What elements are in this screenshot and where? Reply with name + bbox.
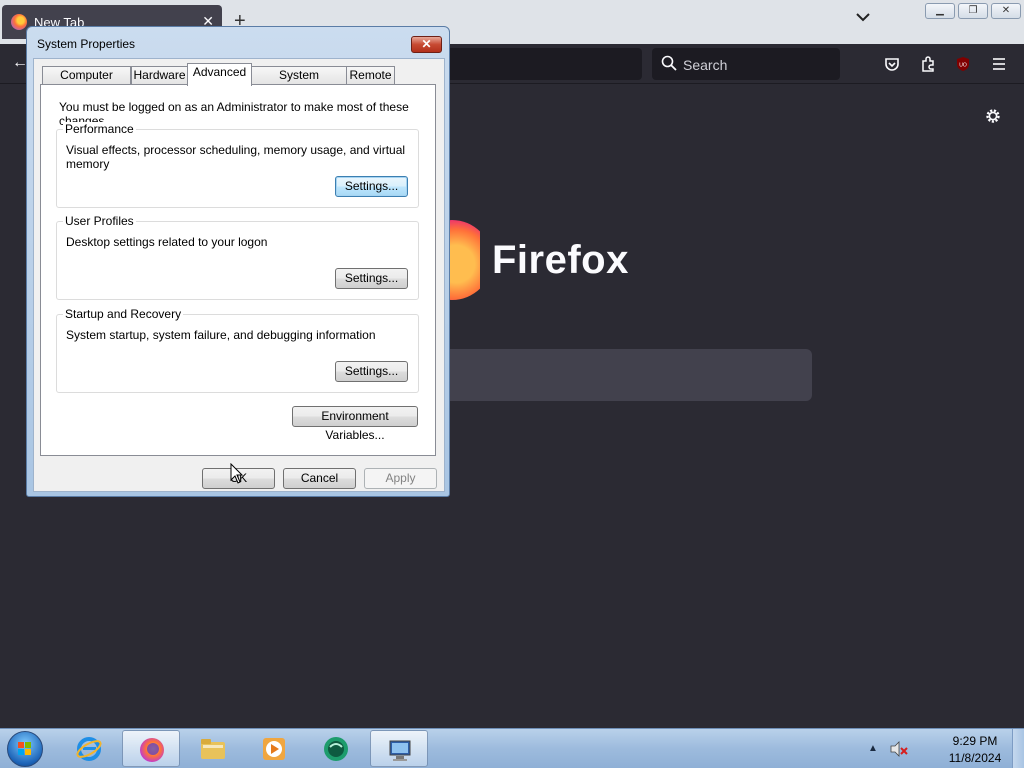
windows-flag-icon xyxy=(18,742,31,755)
performance-settings-button[interactable]: Settings... xyxy=(335,176,408,197)
tab-remote[interactable]: Remote xyxy=(346,66,395,85)
media-player-icon xyxy=(263,738,285,760)
system-properties-computer-icon xyxy=(389,740,411,761)
cancel-button[interactable]: Cancel xyxy=(283,468,356,489)
close-icon: ✕ xyxy=(1001,5,1011,16)
apply-button[interactable]: Apply xyxy=(364,468,437,489)
user-profiles-settings-button[interactable]: Settings... xyxy=(335,268,408,289)
advanced-tab-panel: You must be logged on as an Administrato… xyxy=(40,84,436,456)
taskbar-windows-explorer[interactable] xyxy=(184,730,242,767)
minimize-window-button[interactable]: ▁ xyxy=(925,3,955,19)
startup-recovery-group-label: Startup and Recovery xyxy=(63,307,184,321)
pocket-icon[interactable] xyxy=(884,56,900,72)
tab-computer-name[interactable]: Computer Name xyxy=(42,66,131,99)
tab-advanced[interactable]: Advanced xyxy=(187,63,252,86)
taskbar-internet-explorer[interactable] xyxy=(60,730,118,767)
firefox-wordmark: Firefox xyxy=(492,238,629,282)
clock-date[interactable]: 11/8/2024 xyxy=(940,751,1010,765)
restore-window-button[interactable]: ❐ xyxy=(958,3,988,19)
search-icon xyxy=(661,55,677,71)
mouse-pointer-icon xyxy=(230,463,244,484)
performance-group: Performance Visual effects, processor sc… xyxy=(56,122,419,208)
dialog-title: System Properties xyxy=(37,37,136,51)
user-profiles-description: Desktop settings related to your logon xyxy=(66,235,268,249)
extensions-puzzle-icon[interactable] xyxy=(920,56,936,72)
firefox-favicon-icon xyxy=(11,14,27,30)
user-profiles-group-label: User Profiles xyxy=(63,214,136,228)
new-tab-search-field[interactable] xyxy=(430,349,812,401)
performance-description: Visual effects, processor scheduling, me… xyxy=(66,143,406,171)
startup-recovery-settings-button[interactable]: Settings... xyxy=(335,361,408,382)
folder-icon xyxy=(201,739,225,759)
user-profiles-group: User Profiles Desktop settings related t… xyxy=(56,214,419,300)
taskbar-firefox[interactable] xyxy=(122,730,180,767)
tab-system-protection[interactable]: System Protection xyxy=(251,66,347,99)
system-properties-dialog: System Properties ✕ Computer Name Hardwa… xyxy=(26,26,450,497)
performance-group-label: Performance xyxy=(63,122,136,136)
taskbar-system-properties[interactable] xyxy=(370,730,428,767)
list-all-tabs-chevron-icon[interactable] xyxy=(856,12,870,22)
close-window-button[interactable]: ✕ xyxy=(991,3,1021,19)
speaker-muted-icon[interactable] xyxy=(890,741,908,757)
clock-time[interactable]: 9:29 PM xyxy=(940,734,1010,748)
minimize-icon: ▁ xyxy=(936,5,944,16)
start-button[interactable] xyxy=(7,731,43,767)
startup-recovery-group: Startup and Recovery System startup, sys… xyxy=(56,307,419,393)
green-circle-app-icon xyxy=(324,737,348,761)
close-icon: ✕ xyxy=(421,37,432,51)
show-hidden-icons-arrow[interactable]: ▲ xyxy=(868,743,878,754)
taskbar-green-app[interactable] xyxy=(307,730,365,767)
firefox-icon xyxy=(140,738,164,762)
tab-hardware[interactable]: Hardware xyxy=(131,66,188,85)
dialog-body: Computer Name Hardware Advanced System P… xyxy=(33,58,445,492)
show-desktop-button[interactable] xyxy=(1012,729,1024,768)
search-placeholder: Search xyxy=(683,57,728,73)
hamburger-menu-icon[interactable] xyxy=(991,56,1007,72)
taskbar-media-player[interactable] xyxy=(245,730,303,767)
environment-variables-button[interactable]: Environment Variables... xyxy=(292,406,418,442)
internet-explorer-icon xyxy=(76,737,102,761)
restore-icon: ❐ xyxy=(968,5,978,16)
new-tab-settings-gear-icon[interactable] xyxy=(984,107,1002,125)
ublock-badge-text: UO xyxy=(959,63,967,69)
windows-taskbar: ▲ 9:29 PM 11/8/2024 xyxy=(0,728,1024,768)
search-box[interactable]: Search xyxy=(652,48,840,80)
dialog-close-button[interactable]: ✕ xyxy=(411,36,442,53)
ublock-origin-icon[interactable]: UO xyxy=(955,56,971,72)
address-bar[interactable] xyxy=(430,48,642,80)
startup-recovery-description: System startup, system failure, and debu… xyxy=(66,328,376,342)
